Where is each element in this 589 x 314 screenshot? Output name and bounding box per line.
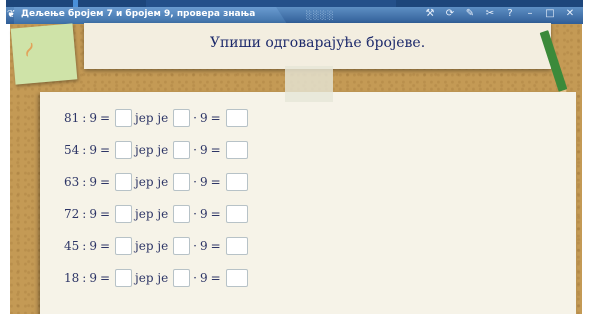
divisor: 9 bbox=[89, 175, 97, 189]
tape bbox=[285, 66, 333, 102]
divisor: 9 bbox=[89, 143, 97, 157]
divisor: 9 bbox=[89, 239, 97, 253]
divisor: 9 bbox=[89, 207, 97, 221]
dot-sign: · bbox=[193, 111, 197, 125]
sticky-note-scribble: ~ bbox=[14, 36, 46, 64]
window-title: Дељење бројем 7 и бројем 9, провера знањ… bbox=[21, 9, 256, 19]
dividend: 18 bbox=[64, 271, 80, 285]
toolbar-icons: ⚒ ⟳ ✎ ✂ ? – □ ✕ bbox=[423, 8, 577, 19]
refresh-icon[interactable]: ⟳ bbox=[443, 8, 457, 19]
divisor: 9 bbox=[200, 207, 208, 221]
exercise-row: 45:9 = јер је · 9 = bbox=[64, 236, 251, 256]
product-input[interactable] bbox=[225, 237, 248, 255]
dot-sign: · bbox=[193, 207, 197, 221]
dividend: 63 bbox=[64, 175, 80, 189]
equals-sign: = bbox=[210, 111, 221, 125]
equals-sign: = bbox=[99, 271, 111, 285]
divisor: 9 bbox=[200, 271, 208, 285]
dot-sign: · bbox=[193, 239, 197, 253]
factor-input[interactable] bbox=[173, 269, 191, 287]
factor-input[interactable] bbox=[173, 173, 191, 191]
top-band-accent bbox=[73, 0, 78, 7]
worksheet: 81:9 = јер је · 9 = 54:9 = јер је · 9 = 63:9 = јер је ·… bbox=[40, 92, 576, 314]
factor-input[interactable] bbox=[173, 109, 191, 127]
dividend: 54 bbox=[64, 143, 80, 157]
quotient-input[interactable] bbox=[115, 109, 133, 127]
because-text: јер је bbox=[135, 207, 169, 221]
equals-sign: = bbox=[210, 175, 221, 189]
equals-sign: = bbox=[99, 207, 111, 221]
divisor: 9 bbox=[200, 143, 208, 157]
colon-sign: : bbox=[82, 111, 87, 125]
title-decoration: ░░░░ bbox=[306, 11, 335, 20]
exercise-row: 81:9 = јер је · 9 = bbox=[64, 108, 251, 128]
dot-sign: · bbox=[193, 271, 197, 285]
quotient-input[interactable] bbox=[115, 141, 133, 159]
sticky-note: ~ bbox=[10, 23, 78, 85]
product-input[interactable] bbox=[225, 205, 248, 223]
equals-sign: = bbox=[99, 175, 111, 189]
colon-sign: : bbox=[82, 271, 87, 285]
quotient-input[interactable] bbox=[115, 237, 133, 255]
equals-sign: = bbox=[99, 111, 111, 125]
dot-sign: · bbox=[193, 143, 197, 157]
quotient-input[interactable] bbox=[115, 205, 133, 223]
top-band-shade bbox=[146, 0, 396, 7]
dividend: 45 bbox=[64, 239, 80, 253]
colon-sign: : bbox=[82, 207, 87, 221]
close-icon[interactable]: ✕ bbox=[563, 8, 577, 19]
leaf-icon: ❦ bbox=[7, 9, 16, 20]
dividend: 72 bbox=[64, 207, 80, 221]
window-titlebar[interactable]: ❦ Дељење бројем 7 и бројем 9, провера зн… bbox=[6, 7, 583, 24]
scissors-icon[interactable]: ✂ bbox=[483, 8, 497, 19]
factor-input[interactable] bbox=[173, 237, 191, 255]
colon-sign: : bbox=[82, 175, 87, 189]
exercise-row: 72:9 = јер је · 9 = bbox=[64, 204, 251, 224]
because-text: јер је bbox=[135, 271, 169, 285]
product-input[interactable] bbox=[225, 141, 248, 159]
divisor: 9 bbox=[200, 175, 208, 189]
help-icon[interactable]: ? bbox=[503, 8, 517, 19]
dot-sign: · bbox=[193, 175, 197, 189]
factor-input[interactable] bbox=[173, 205, 191, 223]
equals-sign: = bbox=[99, 239, 111, 253]
minimize-icon[interactable]: – bbox=[523, 8, 537, 19]
quotient-input[interactable] bbox=[115, 269, 133, 287]
divisor: 9 bbox=[200, 111, 208, 125]
exercise-row: 63:9 = јер је · 9 = bbox=[64, 172, 251, 192]
exercise-row: 18:9 = јер је · 9 = bbox=[64, 268, 251, 288]
because-text: јер је bbox=[135, 175, 169, 189]
pencil-icon[interactable]: ✎ bbox=[463, 8, 477, 19]
divisor: 9 bbox=[89, 271, 97, 285]
window-top-band bbox=[6, 0, 583, 7]
because-text: јер је bbox=[135, 143, 169, 157]
colon-sign: : bbox=[82, 143, 87, 157]
colon-sign: : bbox=[82, 239, 87, 253]
instruction-card: Упиши одговарајуће бројеве. bbox=[84, 23, 551, 69]
equals-sign: = bbox=[210, 207, 221, 221]
because-text: јер је bbox=[135, 111, 169, 125]
quotient-input[interactable] bbox=[115, 173, 133, 191]
dividend: 81 bbox=[64, 111, 80, 125]
factor-input[interactable] bbox=[173, 141, 191, 159]
product-input[interactable] bbox=[225, 173, 248, 191]
equals-sign: = bbox=[210, 143, 221, 157]
instruction-text: Упиши одговарајуће бројеве. bbox=[209, 35, 426, 51]
maximize-icon[interactable]: □ bbox=[543, 8, 557, 19]
product-input[interactable] bbox=[225, 109, 248, 127]
product-input[interactable] bbox=[225, 269, 248, 287]
equals-sign: = bbox=[210, 271, 221, 285]
because-text: јер је bbox=[135, 239, 169, 253]
equals-sign: = bbox=[210, 239, 221, 253]
divisor: 9 bbox=[89, 111, 97, 125]
divisor: 9 bbox=[200, 239, 208, 253]
exercise-row: 54:9 = јер је · 9 = bbox=[64, 140, 251, 160]
tools-icon[interactable]: ⚒ bbox=[423, 8, 437, 19]
equals-sign: = bbox=[99, 143, 111, 157]
